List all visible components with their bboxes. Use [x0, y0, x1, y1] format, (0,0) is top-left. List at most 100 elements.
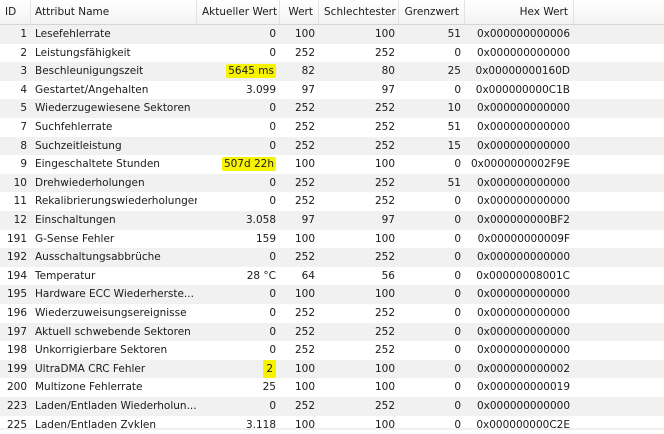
row-attribute-name: Lesefehlerrate [35, 28, 111, 40]
row-grenzwert: 0 [454, 83, 461, 96]
row-grenzwert: 0 [454, 214, 461, 226]
table-row[interactable]: 196 Wiederzuweisungsereignisse 0 252 252 0 0x0… [0, 304, 664, 323]
table-row[interactable]: 198 Unkorrigierbare Sektoren 0 252 252 0 0x000… [0, 341, 664, 360]
row-id: 199 [6, 362, 27, 375]
row-hex-value: 0x000000000000 [476, 288, 570, 301]
column-header-name[interactable]: Attribut Name [31, 0, 197, 24]
table-row[interactable]: 11 Rekalibrierungswiederholungen 0 252 252 0 0… [0, 192, 664, 211]
row-id: 223 [6, 400, 27, 412]
table-row[interactable]: 191 G-Sense Fehler 159 100 100 0 0x00000000009… [0, 230, 664, 249]
row-current-value: 0 [269, 28, 276, 40]
row-id: 195 [6, 288, 27, 301]
row-wert: 252 [294, 139, 315, 152]
row-grenzwert: 51 [447, 176, 461, 189]
row-grenzwert: 10 [447, 102, 461, 115]
table-row[interactable]: 12 Einschaltungen 3.058 97 97 0 0x000000000BF2 [0, 211, 664, 230]
row-attribute-name: Eingeschaltete Stunden [35, 158, 160, 171]
column-header-schlechtester[interactable]: Schlechtester [319, 0, 399, 24]
row-current-value: 0 [269, 288, 276, 301]
table-row[interactable]: 200 Multizone Fehlerrate 25 100 100 0 0x000000… [0, 378, 664, 397]
row-wert: 100 [294, 418, 315, 431]
row-grenzwert: 51 [447, 28, 461, 40]
row-id: 9 [20, 158, 27, 171]
row-current-value: 0 [269, 344, 276, 357]
row-grenzwert: 0 [454, 381, 461, 394]
row-wert: 252 [294, 46, 315, 59]
row-schlechtester: 252 [374, 400, 395, 412]
row-attribute-name: Gestartet/Angehalten [35, 83, 149, 96]
row-grenzwert: 0 [454, 46, 461, 59]
column-header-hex[interactable]: Hex Wert [465, 0, 574, 24]
column-header-id[interactable]: ID [0, 0, 31, 24]
highlighted-value: 5645 ms [226, 64, 276, 79]
table-row[interactable]: 8 Suchzeitleistung 0 252 252 15 0x000000000000 [0, 136, 664, 156]
row-id: 191 [6, 232, 27, 245]
row-grenzwert: 0 [454, 251, 461, 264]
row-attribute-name: Einschaltungen [35, 214, 116, 226]
highlighted-value: 2 [263, 359, 276, 378]
row-attribute-name: Aktuell schwebende Sektoren [35, 325, 191, 338]
row-wert: 252 [294, 102, 315, 115]
row-attribute-name: Leistungsfähigkeit [35, 46, 131, 59]
row-wert: 252 [294, 121, 315, 133]
row-attribute-name: Wiederzuweisungsereignisse [35, 307, 187, 319]
table-row[interactable]: 10 Drehwiederholungen 0 252 252 51 0x000000000… [0, 173, 664, 193]
column-header-current[interactable]: Aktueller Wert [197, 0, 280, 24]
row-attribute-name: Laden/Entladen Wiederholun... [35, 400, 197, 412]
row-schlechtester: 97 [381, 83, 395, 96]
row-hex-value: 0x000000000000 [476, 176, 570, 189]
table-row[interactable]: 2 Leistungsfähigkeit 0 252 252 0 0x00000000000… [0, 44, 664, 63]
table-header: ID Attribut Name Aktueller Wert Wert Sch… [0, 0, 664, 25]
row-wert: 252 [294, 400, 315, 412]
table-row[interactable]: 3 Beschleunigungszeit 5645 ms 82 80 25 0x00000… [0, 62, 664, 81]
row-current-value: 0 [269, 251, 276, 264]
row-schlechtester: 252 [374, 325, 395, 338]
row-attribute-name: Wiederzugewiesene Sektoren [35, 102, 191, 115]
row-wert: 100 [294, 28, 315, 40]
row-attribute-name: Drehwiederholungen [35, 176, 145, 189]
table-row[interactable]: 1 Lesefehlerrate 0 100 100 51 0x000000000006 [0, 25, 664, 44]
table-row[interactable]: 9 Eingeschaltete Stunden 507d 22h 100 100 0 0x… [0, 155, 664, 174]
table-row[interactable]: 195 Hardware ECC Wiederherste... 0 100 100 0 0… [0, 285, 664, 304]
row-hex-value: 0x000000000000 [476, 307, 570, 319]
row-current-value: 28 °C [246, 269, 276, 282]
row-current-value: 0 [269, 176, 276, 189]
row-grenzwert: 0 [454, 400, 461, 412]
row-id: 198 [6, 344, 27, 357]
row-id: 7 [20, 121, 27, 133]
row-attribute-name: G-Sense Fehler [35, 232, 115, 245]
row-current-value: 0 [269, 325, 276, 338]
table-row[interactable]: 194 Temperatur 28 °C 64 56 0 0x00000008001C [0, 267, 664, 286]
table-row[interactable]: 197 Aktuell schwebende Sektoren 0 252 252 0 0x… [0, 322, 664, 342]
row-attribute-name: Suchfehlerrate [35, 121, 113, 133]
row-hex-value: 0x000000000000 [476, 195, 570, 208]
row-schlechtester: 252 [374, 195, 395, 208]
row-wert: 100 [294, 288, 315, 301]
row-attribute-name: Ausschaltungsabbrüche [35, 251, 161, 264]
row-current-value: 3.058 [245, 214, 276, 226]
row-attribute-name: Temperatur [35, 269, 96, 282]
table-row[interactable]: 5 Wiederzugewiesene Sektoren 0 252 252 10 0x00… [0, 99, 664, 118]
row-schlechtester: 100 [374, 362, 395, 375]
row-grenzwert: 0 [454, 325, 461, 338]
column-header-wert[interactable]: Wert [280, 0, 319, 24]
column-header-grenzwert[interactable]: Grenzwert [399, 0, 465, 24]
table-row[interactable]: 7 Suchfehlerrate 0 252 252 51 0x000000000000 [0, 118, 664, 137]
row-attribute-name: Beschleunigungszeit [35, 65, 144, 78]
row-hex-value: 0x000000000000 [476, 400, 570, 412]
row-hex-value: 0x0000000002F9E [470, 158, 570, 171]
row-id: 8 [20, 139, 27, 152]
table-row[interactable]: 199 UltraDMA CRC Fehler 2 100 100 0 0x00000000… [0, 359, 664, 379]
row-current-value: 159 [255, 232, 276, 245]
row-id: 192 [6, 251, 27, 264]
row-id: 5 [20, 102, 27, 115]
row-id: 197 [6, 325, 27, 338]
table-row[interactable]: 192 Ausschaltungsabbrüche 0 252 252 0 0x000000… [0, 248, 664, 267]
table-row[interactable]: 4 Gestartet/Angehalten 3.099 97 97 0 0x0000000… [0, 81, 664, 100]
row-wert: 252 [294, 307, 315, 319]
table-row[interactable]: 225 Laden/Entladen Zyklen 3.118 100 100 0 0x00… [0, 416, 664, 434]
table-row[interactable]: 223 Laden/Entladen Wiederholun... 0 252 252 0… [0, 397, 664, 416]
row-schlechtester: 252 [374, 307, 395, 319]
row-hex-value: 0x000000000BF2 [477, 214, 570, 226]
row-attribute-name: Unkorrigierbare Sektoren [35, 344, 168, 357]
